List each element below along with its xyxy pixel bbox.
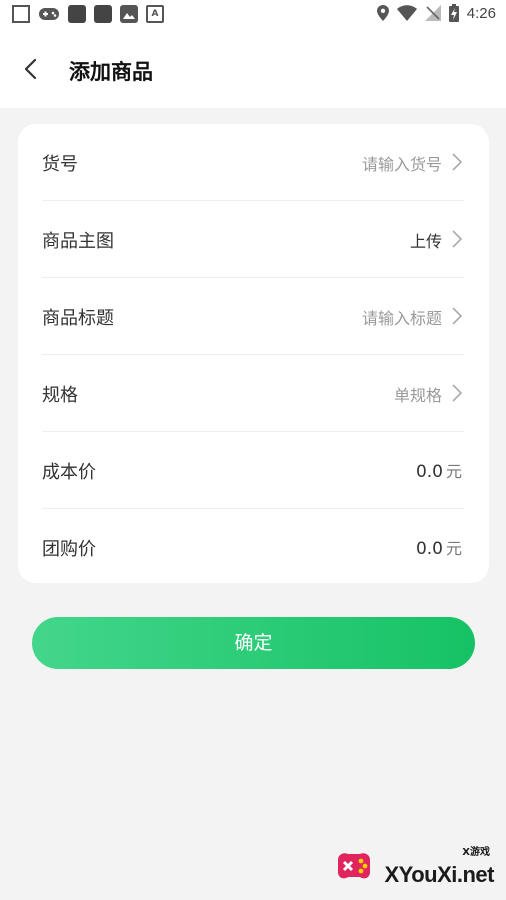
- qr-code-icon: [12, 5, 30, 23]
- form-row-spec[interactable]: 规格 单规格: [42, 355, 464, 432]
- upload-image-button[interactable]: 上传: [410, 228, 442, 252]
- status-notification-icons: A: [12, 5, 164, 23]
- spec-select[interactable]: 单规格: [394, 382, 442, 406]
- form-row-label: 货号: [42, 154, 78, 175]
- form-row-cost-price[interactable]: 成本价 0.0 元: [42, 432, 464, 509]
- status-time: 4:26: [466, 4, 496, 22]
- cost-price-input[interactable]: 0.0 元: [416, 458, 462, 482]
- currency-unit: 元: [445, 539, 462, 558]
- form-row-label: 商品标题: [42, 308, 114, 329]
- image-icon: [120, 5, 138, 23]
- status-system-icons: 4:26: [376, 4, 496, 22]
- form-row-label: 商品主图: [42, 231, 114, 252]
- form-row-item-number[interactable]: 货号 请输入货号: [42, 124, 464, 201]
- chevron-right-icon: [452, 153, 463, 171]
- watermark: X游戏 XYouXi.net: [334, 842, 494, 888]
- currency-unit: 元: [445, 462, 462, 481]
- app-notification-icon: [94, 5, 112, 23]
- form-row-product-title[interactable]: 商品标题 请输入标题: [42, 278, 464, 355]
- form-row-label: 规格: [42, 385, 78, 406]
- app-header: 添加商品: [0, 28, 506, 108]
- page-title: 添加商品: [69, 60, 153, 84]
- gamepad-logo-icon: [338, 853, 370, 879]
- product-form-card: 货号 请输入货号 商品主图 上传 商品标题 请输入标题 规格 单规格 成本价 0…: [18, 124, 489, 583]
- app-notification-icon: [68, 5, 86, 23]
- wifi-icon: [396, 5, 417, 21]
- item-number-input[interactable]: 请输入货号: [362, 151, 442, 175]
- back-button[interactable]: [16, 54, 46, 84]
- watermark-text: XYouXi.net: [384, 862, 495, 887]
- font-a-icon: A: [146, 5, 164, 23]
- form-row-label: 团购价: [42, 539, 96, 560]
- gamepad-icon: [38, 5, 60, 23]
- watermark-small-text: X游戏: [462, 847, 490, 858]
- status-bar: A 4:26: [0, 0, 506, 28]
- form-row-group-price[interactable]: 团购价 0.0 元: [42, 509, 464, 585]
- chevron-right-icon: [452, 307, 463, 325]
- chevron-right-icon: [452, 384, 463, 402]
- product-title-input[interactable]: 请输入标题: [362, 305, 442, 329]
- location-icon: [376, 5, 389, 21]
- form-row-main-image[interactable]: 商品主图 上传: [42, 201, 464, 278]
- form-row-label: 成本价: [42, 462, 96, 483]
- group-price-input[interactable]: 0.0 元: [416, 535, 462, 559]
- no-signal-icon: [424, 5, 441, 21]
- battery-charging-icon: [448, 4, 459, 22]
- chevron-left-icon: [24, 58, 37, 80]
- chevron-right-icon: [452, 230, 463, 248]
- group-price-value: 0.0: [415, 539, 443, 559]
- confirm-button[interactable]: 确定: [32, 617, 475, 669]
- cost-price-value: 0.0: [415, 462, 443, 482]
